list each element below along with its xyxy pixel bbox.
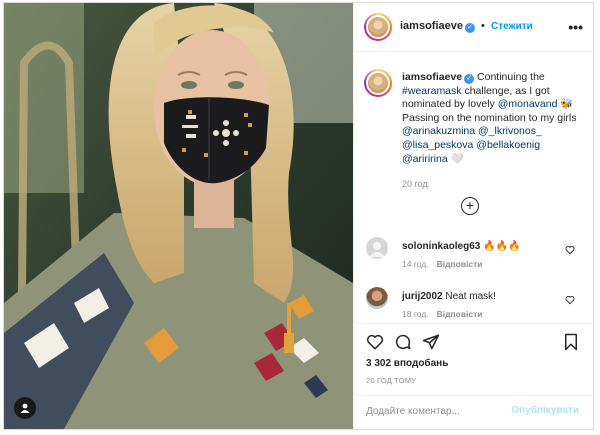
instagram-post: iamsofiaeve ✓ • Стежити ••• iamsofiaeve ✓ … [3, 2, 594, 430]
like-heart-icon[interactable] [366, 333, 384, 356]
author-username[interactable]: iamsofiaeve [400, 20, 463, 32]
commenter-username[interactable]: jurij2002 [402, 291, 443, 302]
commenter-avatar[interactable] [366, 237, 388, 259]
mention-link[interactable]: @_lkrivonos_ [478, 125, 542, 137]
mention-link[interactable]: @arinakuzmina [402, 125, 475, 137]
like-comment-heart-icon[interactable] [565, 292, 575, 310]
hashtag-link[interactable]: #wearamask [402, 85, 462, 97]
commenter-username[interactable]: soloninkaoleg63 [402, 241, 480, 252]
caption-author-avatar[interactable] [364, 69, 392, 97]
likes-count[interactable]: 3 302 вподобань [366, 358, 448, 369]
post-caption: iamsofiaeve ✓ Continuing the #wearamask c… [402, 71, 582, 192]
verified-badge-icon: ✓ [464, 23, 475, 33]
comment-timestamp: 18 год. [402, 309, 429, 319]
post-age: 20 ГОД ТОМУ [366, 376, 417, 385]
post-sidebar: iamsofiaeve ✓ • Стежити ••• iamsofiaeve ✓ … [353, 3, 593, 429]
save-bookmark-icon[interactable] [563, 333, 579, 356]
mention-link[interactable]: @lisa_peskova [402, 139, 473, 151]
mention-link[interactable]: @monavand [498, 98, 558, 110]
mention-link[interactable]: @bellakoenig [476, 139, 540, 151]
share-plane-icon[interactable] [422, 333, 440, 356]
user-tag-icon[interactable] [14, 397, 36, 419]
post-actions: 3 302 вподобань 20 ГОД ТОМУ Опублікувати [354, 323, 593, 429]
add-comment-bar: Опублікувати [354, 395, 593, 430]
post-header: iamsofiaeve ✓ • Стежити ••• [354, 3, 593, 52]
load-more-comments-icon[interactable]: + [461, 197, 479, 215]
comment-timestamp: 14 год. [402, 259, 429, 269]
more-options-icon[interactable]: ••• [568, 19, 583, 35]
caption-emoji: 🐝 [560, 98, 574, 111]
selfie-illustration [4, 3, 353, 429]
verified-badge-icon: ✓ [464, 74, 475, 84]
comment-text: 🔥🔥🔥 [483, 241, 521, 252]
author-avatar[interactable] [364, 13, 392, 41]
caption-text: Passing on the nomination to my girls [402, 111, 577, 124]
comment-bubble-icon[interactable] [394, 333, 412, 356]
caption-timestamp: 20 год. [402, 179, 431, 190]
publish-button[interactable]: Опублікувати [511, 405, 579, 416]
follow-button[interactable]: Стежити [491, 21, 533, 32]
add-comment-input[interactable] [366, 406, 506, 417]
caption-emoji: 🤍 [450, 152, 464, 165]
commenter-avatar[interactable] [366, 287, 388, 309]
separator-dot: • [481, 20, 485, 32]
reply-button[interactable]: Відповісти [437, 259, 483, 269]
caption-text: Continuing the [477, 71, 545, 83]
comment-text: Neat mask! [445, 291, 496, 302]
caption-username[interactable]: iamsofiaeve [402, 71, 462, 83]
mention-link[interactable]: @ariririna [402, 153, 448, 165]
post-photo[interactable] [4, 3, 353, 429]
like-comment-heart-icon[interactable] [565, 242, 575, 260]
reply-button[interactable]: Відповісти [437, 309, 483, 319]
